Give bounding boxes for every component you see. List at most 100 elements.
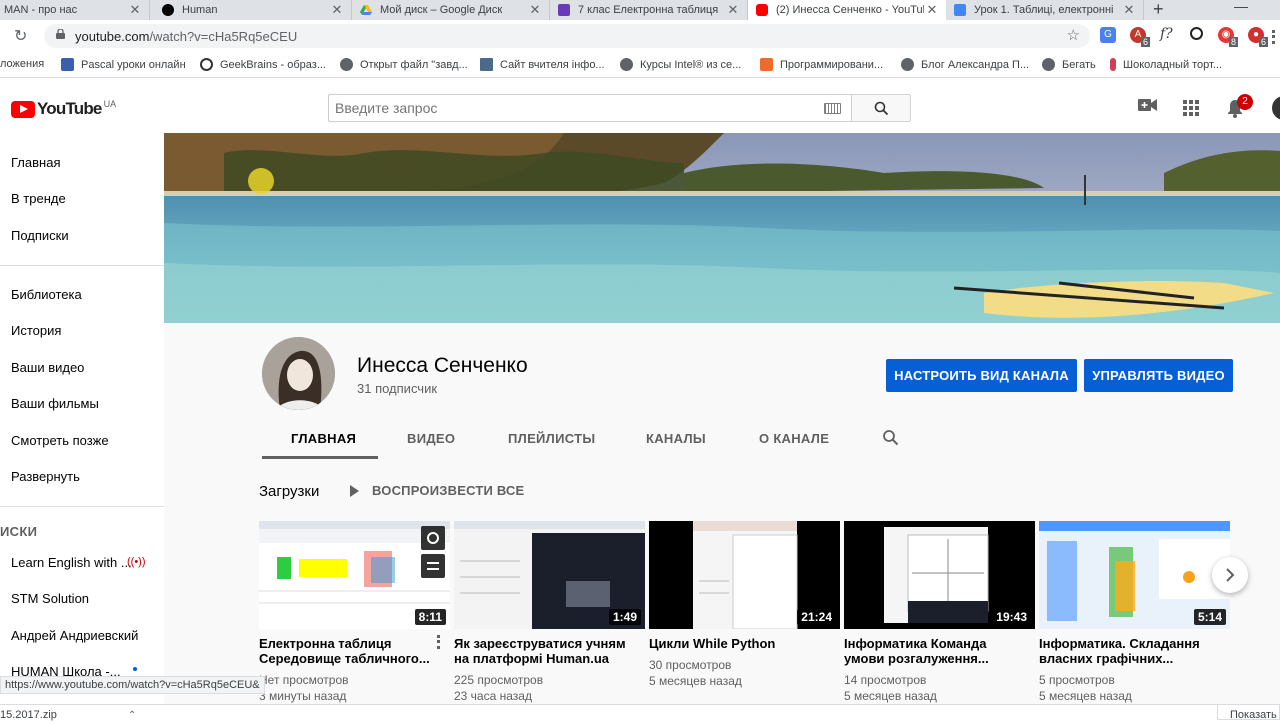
sidebar-item-library[interactable]: Библиотека	[11, 287, 82, 302]
close-icon[interactable]: ✕	[127, 2, 143, 18]
video-duration: 19:43	[992, 609, 1031, 625]
omnibox[interactable]: youtube.com/watch?v=cHa5Rq5eCEU ☆	[44, 24, 1090, 48]
video-title[interactable]: Як зареєструватися учням на платформі Hu…	[454, 636, 645, 666]
bookmark-item[interactable]: Открыт файл "завд...	[340, 58, 468, 71]
banner-image	[164, 133, 1280, 323]
formula-extension-icon[interactable]: f?	[1160, 26, 1173, 42]
sidebar-item-your-movies[interactable]: Ваши фильмы	[11, 396, 99, 411]
video-title[interactable]: Цикли While Python	[649, 636, 840, 651]
lock-icon	[56, 29, 65, 39]
video-title[interactable]: Електронна таблиця Середовище табличного…	[259, 636, 450, 666]
rocket-icon	[760, 58, 773, 71]
region-code: UA	[103, 99, 117, 109]
video-duration: 5:14	[1193, 609, 1226, 625]
browser-tab[interactable]: 7 клас Електронна таблиця ✕	[550, 0, 748, 20]
tab-playlists[interactable]: ПЛЕЙЛИСТЫ	[508, 431, 595, 446]
close-icon[interactable]: ✕	[329, 2, 345, 18]
search-button[interactable]	[851, 94, 911, 122]
video-age: 5 месяцев назад	[844, 689, 937, 703]
bookmark-item[interactable]: Блог Александра П...	[901, 58, 1029, 71]
tab-title: Урок 1. Таблиці, електронні	[974, 4, 1114, 16]
bookmark-item[interactable]: ложения	[0, 58, 44, 70]
video-card[interactable]: 8:11 Електронна таблиця Середовище табли…	[259, 521, 450, 704]
bookmark-item[interactable]: GeekBrains - образ...	[200, 58, 326, 71]
manage-videos-button[interactable]: УПРАВЛЯТЬ ВИДЕО	[1084, 359, 1233, 392]
tab-channels[interactable]: КАНАЛЫ	[646, 431, 706, 446]
browser-tab-active[interactable]: (2) Инесса Сенченко - YouTube ✕	[748, 0, 946, 20]
close-icon[interactable]: ✕	[527, 2, 543, 18]
sidebar-item-history[interactable]: История	[11, 323, 61, 338]
bookmark-label: GeekBrains - образ...	[220, 58, 326, 71]
sidebar-item-subscriptions[interactable]: Подписки	[11, 228, 69, 243]
search-extension-icon[interactable]	[1190, 27, 1203, 40]
keyboard-icon[interactable]	[824, 103, 841, 114]
close-icon[interactable]: ✕	[1121, 2, 1137, 18]
sidebar-item-watch-later[interactable]: Смотреть позже	[11, 433, 109, 448]
google-forms-icon	[558, 4, 570, 16]
video-card[interactable]: 19:43 Інформатика Команда умови розгалуж…	[844, 521, 1035, 704]
sidebar-subscription-item[interactable]: Андрей Андриевский	[11, 628, 138, 643]
download-file-name[interactable]: 15.2017.zip	[0, 709, 57, 721]
bookmark-item[interactable]: Бегать	[1042, 58, 1096, 71]
show-all-downloads-button[interactable]: Показать	[1217, 704, 1280, 721]
video-duration: 1:49	[608, 609, 641, 625]
bookmark-item[interactable]: Курсы Intel® из се...	[620, 58, 741, 71]
new-tab-button[interactable]: +	[1153, 0, 1164, 20]
video-thumbnail[interactable]: 5:14	[1039, 521, 1230, 629]
browser-tab[interactable]: MAN - про нас ✕	[0, 0, 150, 20]
close-icon[interactable]: ✕	[725, 2, 741, 18]
bookmark-star-icon[interactable]: ☆	[1067, 26, 1080, 44]
watch-later-icon[interactable]	[421, 526, 445, 550]
customize-channel-button[interactable]: НАСТРОИТЬ ВИД КАНАЛА	[886, 359, 1077, 392]
sidebar-item-trending[interactable]: В тренде	[11, 191, 66, 206]
sidebar-subscription-item[interactable]: STM Solution	[11, 591, 89, 606]
channel-avatar[interactable]	[262, 337, 335, 410]
video-card[interactable]: 1:49 Як зареєструватися учням на платфор…	[454, 521, 645, 704]
video-thumbnail[interactable]: 1:49	[454, 521, 645, 629]
close-icon[interactable]: ✕	[924, 2, 940, 18]
tab-about[interactable]: О КАНАЛЕ	[759, 431, 829, 446]
uploads-shelf-title[interactable]: Загрузки	[259, 483, 319, 500]
create-video-icon[interactable]	[1138, 98, 1157, 112]
youtube-logo[interactable]: YouTube UA	[11, 99, 116, 119]
sidebar-item-your-videos[interactable]: Ваши видео	[11, 360, 84, 375]
bookmark-item[interactable]: Шоколадный торт...	[1110, 58, 1222, 71]
video-thumbnail[interactable]: 21:24	[649, 521, 840, 629]
subscriptions-heading: ИСКИ	[0, 524, 38, 539]
bookmark-item[interactable]: Сайт вчителя інфо...	[480, 58, 605, 71]
video-title[interactable]: Інформатика Команда умови розгалуження..…	[844, 636, 1035, 666]
add-to-queue-icon[interactable]	[421, 554, 445, 578]
chevron-up-icon[interactable]: ⌃	[128, 710, 136, 721]
sidebar-divider	[0, 265, 164, 266]
video-card[interactable]: 5:14 Інформатика. Складання власних граф…	[1039, 521, 1230, 704]
sidebar-item-show-more[interactable]: Развернуть	[11, 469, 80, 484]
video-card[interactable]: 21:24 Цикли While Python 30 просмотров 5…	[649, 521, 840, 689]
shelf-next-button[interactable]	[1212, 557, 1248, 593]
geekbrains-icon	[200, 58, 213, 71]
window-minimize-button[interactable]: —	[1234, 0, 1248, 14]
sidebar-item-home[interactable]: Главная	[11, 155, 60, 170]
video-thumbnail[interactable]: 8:11	[259, 521, 450, 629]
video-views: Нет просмотров	[259, 673, 349, 687]
play-all-button[interactable]: ВОСПРОИЗВЕСТИ ВСЕ	[350, 483, 524, 498]
video-title[interactable]: Інформатика. Складання власних графічних…	[1039, 636, 1230, 666]
bookmark-item[interactable]: Программировани...	[760, 58, 883, 71]
browser-menu-icon[interactable]	[1272, 30, 1275, 44]
browser-tab[interactable]: Мой диск – Google Диск ✕	[352, 0, 550, 20]
translate-extension-icon[interactable]: G	[1100, 27, 1116, 43]
tab-videos[interactable]: ВИДЕО	[407, 431, 455, 446]
apps-grid-icon[interactable]	[1183, 100, 1199, 116]
more-actions-icon[interactable]	[437, 635, 441, 649]
browser-tab[interactable]: Human ✕	[154, 0, 352, 20]
notification-count-badge: 2	[1237, 94, 1253, 110]
tab-home[interactable]: ГЛАВНАЯ	[291, 431, 356, 446]
play-all-label: ВОСПРОИЗВЕСТИ ВСЕ	[372, 483, 525, 498]
sidebar-subscription-item[interactable]: Learn English with ...	[11, 555, 132, 570]
search-input[interactable]	[329, 95, 809, 121]
pascal-icon	[61, 58, 74, 71]
browser-tab[interactable]: Урок 1. Таблиці, електронні ✕	[946, 0, 1144, 20]
bookmark-item[interactable]: Pascal уроки онлайн	[61, 58, 186, 71]
video-thumbnail[interactable]: 19:43	[844, 521, 1035, 629]
channel-search-icon[interactable]	[882, 429, 899, 446]
reload-icon[interactable]: ↻	[14, 26, 27, 46]
